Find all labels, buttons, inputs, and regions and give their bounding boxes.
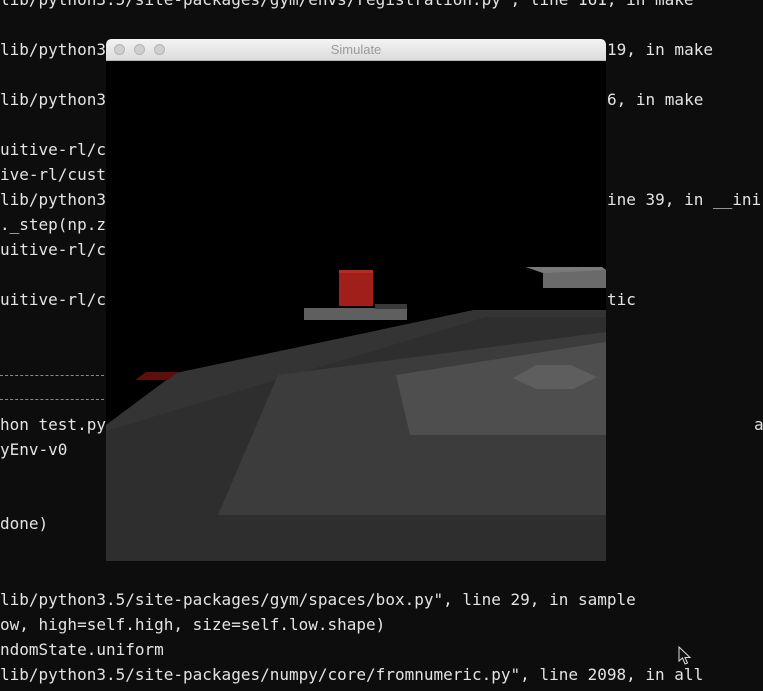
terminal-line: uitive-rl/c xyxy=(0,240,106,259)
terminal-line: ndomState.uniform xyxy=(0,640,164,659)
red-cube-top xyxy=(339,270,373,273)
terminal-line: ._step(np.z xyxy=(0,215,106,234)
close-button[interactable] xyxy=(114,44,125,55)
terminal-line: uitive-rl/c xyxy=(0,290,106,309)
terminal-line: lib/python3.5/site-packages/numpy/core/f… xyxy=(0,665,704,684)
mouse-pointer-icon xyxy=(678,646,692,665)
terminal-line: yEnv-v0 xyxy=(0,440,68,459)
minimize-button[interactable] xyxy=(134,44,145,55)
terminal-line: done) xyxy=(0,514,49,533)
terminal-line-fragment: ine 39, in __ini xyxy=(607,190,762,209)
terminal-line: lib/python3 xyxy=(0,40,106,59)
table-shadow xyxy=(375,304,407,309)
terminal-line: lib/python3.5/site-packages/gym/envs/reg… xyxy=(0,0,694,10)
terminal-line: lib/python3 xyxy=(0,90,106,109)
window-titlebar[interactable]: Simulate xyxy=(106,39,606,61)
terminal-line: ive-rl/cust xyxy=(0,165,106,184)
red-cube xyxy=(339,270,373,306)
zoom-button[interactable] xyxy=(154,44,165,55)
simulate-window[interactable]: Simulate xyxy=(106,39,606,561)
terminal-line-fragment: 19, in make xyxy=(607,40,713,59)
terminal-line: uitive-rl/c xyxy=(0,140,106,159)
simulation-viewport[interactable] xyxy=(106,61,606,561)
terminal-line-fragment: tic xyxy=(607,290,636,309)
terminal-line: lib/python3 xyxy=(0,190,106,209)
table-plate xyxy=(304,308,407,320)
terminal-line: ow, high=self.high, size=self.low.shape) xyxy=(0,615,386,634)
separator-line xyxy=(0,399,104,400)
terminal-line-fragment: 6, in make xyxy=(607,90,704,109)
separator-line xyxy=(0,375,104,376)
terminal-line-fragment: a xyxy=(754,415,763,434)
window-title: Simulate xyxy=(330,42,382,57)
terminal-line: lib/python3.5/site-packages/gym/spaces/b… xyxy=(0,590,636,609)
terminal-line: hon test.py xyxy=(0,415,106,434)
